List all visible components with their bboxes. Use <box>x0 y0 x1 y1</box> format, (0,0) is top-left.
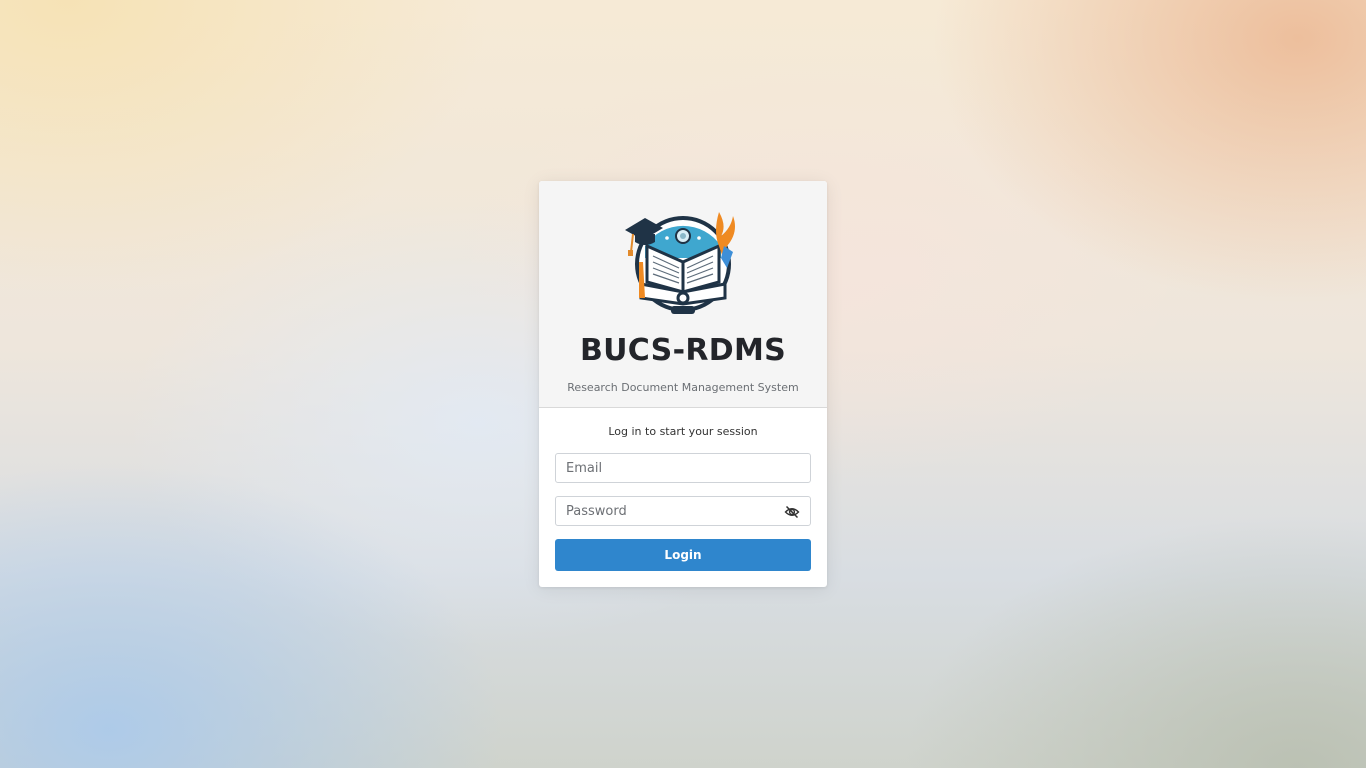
login-card-header: BUCS-RDMS Research Document Management S… <box>539 181 827 408</box>
app-subtitle: Research Document Management System <box>567 381 799 394</box>
password-field <box>555 496 811 526</box>
login-button[interactable]: Login <box>555 539 811 571</box>
login-card: BUCS-RDMS Research Document Management S… <box>539 181 827 587</box>
email-input[interactable] <box>556 454 810 482</box>
email-field <box>555 453 811 483</box>
password-input[interactable] <box>556 497 810 525</box>
login-form: Log in to start your session Login <box>539 408 827 587</box>
book-graduation-logo <box>623 206 743 318</box>
app-title: BUCS-RDMS <box>579 333 787 368</box>
eye-slash-icon[interactable] <box>784 504 800 520</box>
login-message: Log in to start your session <box>608 425 758 438</box>
